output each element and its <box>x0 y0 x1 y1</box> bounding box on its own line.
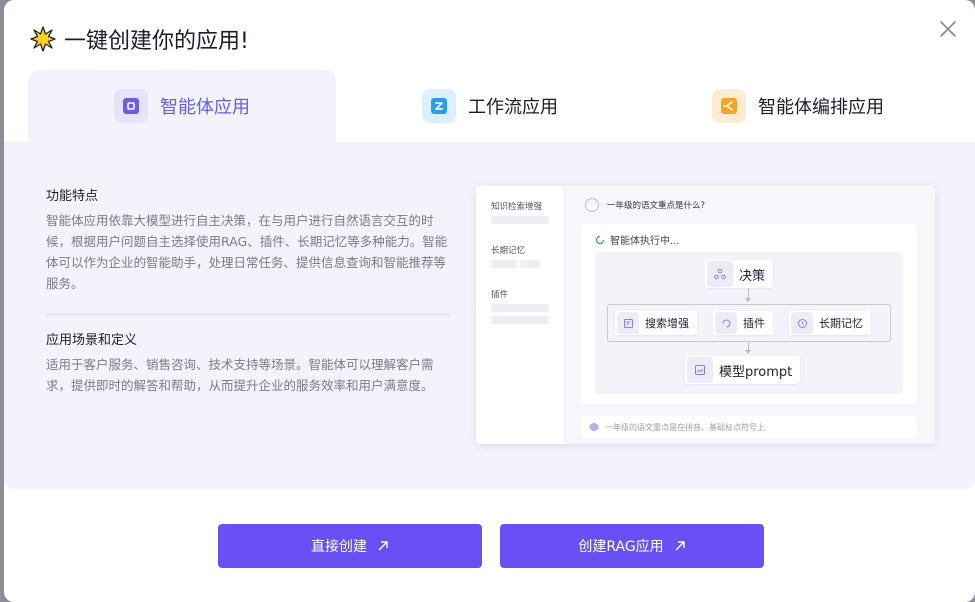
preview-running-status: 智能体执行中... <box>595 232 680 247</box>
tab-workflow-app-label: 工作流应用 <box>468 97 558 118</box>
node-decision: 决策 <box>705 260 774 288</box>
preview-question-text: 一年级的语文重点是什么? <box>607 201 706 211</box>
preview-sidebar-item: 长期记忆 <box>491 246 526 256</box>
preview-flow: 决策 搜索增强 插件 长期记忆 模型prompt <box>595 252 903 394</box>
model-icon <box>687 357 713 383</box>
close-icon[interactable] <box>937 18 959 40</box>
preview-placeholder-bar <box>520 260 540 268</box>
features-text: 智能体应用依靠大模型进行自主决策，在与用户进行自然语言交互的时候，根据用户问题自… <box>46 213 448 291</box>
node-memory: 长期记忆 <box>789 311 871 335</box>
preview-sidebar: 知识检索增强 长期记忆 插件 <box>476 186 565 444</box>
sparkle-icon <box>30 26 56 52</box>
preview-placeholder-bar <box>491 316 549 324</box>
ai-logo-icon <box>589 422 599 432</box>
direct-create-label: 直接创建 <box>311 539 367 555</box>
preview-main: 一年级的语文重点是什么? 智能体执行中... 决策 搜索增强 插件 长期记忆 模… <box>565 186 935 444</box>
preview-placeholder-bar <box>491 304 549 312</box>
node-plugin: 插件 <box>713 311 773 335</box>
tab-agent-app-label: 智能体应用 <box>160 97 250 118</box>
dialog-title-text: 一键创建你的应用! <box>64 29 249 54</box>
scenarios-heading: 应用场景和定义 <box>46 333 138 348</box>
node-model-prompt: 模型prompt <box>685 356 801 384</box>
orchestration-icon <box>712 89 746 123</box>
features-heading: 功能特点 <box>46 189 99 204</box>
node-model-prompt-label: 模型prompt <box>719 364 793 380</box>
tab-orchestration-app[interactable]: 智能体编排应用 <box>644 70 952 142</box>
arrow-up-right-icon <box>675 541 685 551</box>
user-avatar-icon <box>585 198 599 212</box>
preview-placeholder-bar <box>491 260 517 268</box>
create-rag-app-label: 创建RAG应用 <box>578 539 664 555</box>
direct-create-button[interactable]: 直接创建 <box>218 524 482 568</box>
node-search-label: 搜索增强 <box>645 317 689 330</box>
node-memory-label: 长期记忆 <box>819 317 863 330</box>
create-rag-app-button[interactable]: 创建RAG应用 <box>500 524 764 568</box>
tab-agent-app[interactable]: 智能体应用 <box>28 70 336 142</box>
memory-icon <box>791 312 813 334</box>
search-enhance-icon <box>617 312 639 334</box>
loading-icon <box>595 235 605 244</box>
app-description: 功能特点 智能体应用依靠大模型进行自主决策，在与用户进行自然语言交互的时候，根据… <box>46 185 450 396</box>
plugin-icon <box>715 312 737 334</box>
preview-execution-box: 智能体执行中... 决策 搜索增强 插件 长期记忆 模型prompt <box>581 224 917 404</box>
flow-arrow <box>745 350 751 354</box>
preview-running-text: 智能体执行中... <box>610 236 680 247</box>
preview-sidebar-item: 知识检索增强 <box>491 202 543 212</box>
preview-answer-text: 一年级的语文重点是在拼音、基础标点符号上 <box>605 422 765 432</box>
scenarios-text: 适用于客户服务、销售咨询、技术支持等场景。智能体可以理解客户需求，提供即时的解答… <box>46 357 434 393</box>
node-search: 搜索增强 <box>615 311 697 335</box>
create-app-dialog: 一键创建你的应用! 智能体应用 工作流应用 智能体编排应用 功能特点 智能体应用… <box>4 0 975 602</box>
section-divider <box>46 314 450 315</box>
tab-workflow-app[interactable]: 工作流应用 <box>336 70 644 142</box>
preview-placeholder-bar <box>491 216 549 224</box>
preview-question: 一年级的语文重点是什么? <box>585 198 705 212</box>
dialog-title: 一键创建你的应用! <box>30 22 249 56</box>
tab-orchestration-app-label: 智能体编排应用 <box>758 97 884 118</box>
preview-sidebar-item: 插件 <box>491 290 509 300</box>
agent-preview-illustration: 知识检索增强 长期记忆 插件 一年级的语文重点是什么? 智能体执行中... 决策… <box>476 186 935 444</box>
workflow-icon <box>422 89 456 123</box>
node-decision-label: 决策 <box>739 268 766 284</box>
flow-arrow <box>745 298 751 302</box>
agent-icon <box>114 89 148 123</box>
decision-icon <box>707 261 733 287</box>
arrow-up-right-icon <box>378 541 388 551</box>
preview-answer-bar: 一年级的语文重点是在拼音、基础标点符号上 <box>581 416 917 438</box>
node-plugin-label: 插件 <box>743 317 765 330</box>
